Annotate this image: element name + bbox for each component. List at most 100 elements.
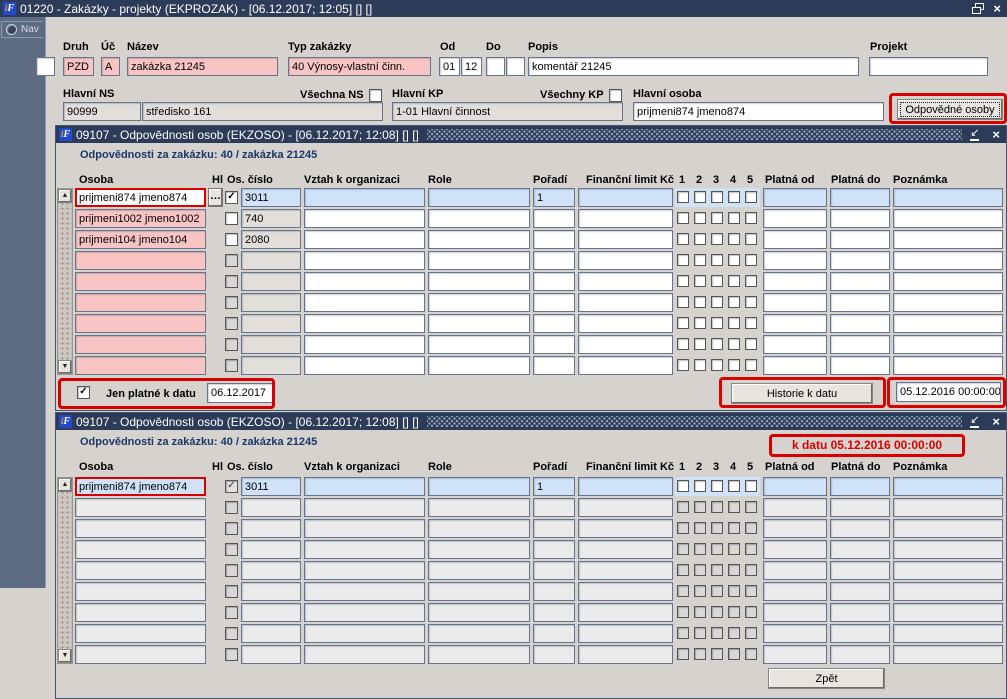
vztah-field[interactable]: [304, 314, 425, 333]
hl-checkbox[interactable]: [225, 359, 238, 372]
osoba-field[interactable]: [75, 335, 206, 354]
odpovedne-osoby-button[interactable]: Odpovědné osoby: [897, 99, 1003, 120]
poznamka-field[interactable]: [893, 230, 1003, 249]
platna-do-field[interactable]: [830, 230, 890, 249]
hl-checkbox[interactable]: [225, 233, 238, 246]
os-cislo-field[interactable]: [241, 251, 301, 270]
osoba-field[interactable]: prijmeni1002 jmeno1002: [75, 209, 206, 228]
flag-checkbox-1[interactable]: [677, 275, 689, 287]
flag-checkbox-2[interactable]: [694, 317, 706, 329]
osoba-field[interactable]: [75, 314, 206, 333]
platna-od-field[interactable]: [763, 272, 827, 291]
flag-checkbox-3[interactable]: [711, 275, 723, 287]
poradi-field[interactable]: 1: [533, 188, 575, 207]
poznamka-field[interactable]: [893, 356, 1003, 375]
do-month-field[interactable]: [486, 57, 505, 76]
collapse-window-icon[interactable]: ↙: [970, 128, 980, 141]
platna-od-field[interactable]: [763, 251, 827, 270]
fin-limit-field[interactable]: [578, 293, 673, 312]
jen-platne-date-field[interactable]: 06.12.2017: [207, 383, 273, 403]
flag-checkbox-2[interactable]: [694, 212, 706, 224]
role-field[interactable]: [428, 272, 530, 291]
poradi-field[interactable]: [533, 293, 575, 312]
vsechna-ns-checkbox[interactable]: [369, 89, 382, 102]
poradi-field[interactable]: [533, 314, 575, 333]
platna-do-field[interactable]: [830, 188, 890, 207]
fin-limit-field[interactable]: [578, 314, 673, 333]
poradi-field[interactable]: [533, 251, 575, 270]
poznamka-field[interactable]: [893, 335, 1003, 354]
flag-checkbox-3[interactable]: [711, 254, 723, 266]
fin-limit-field[interactable]: [578, 230, 673, 249]
platna-od-field[interactable]: [763, 314, 827, 333]
platna-do-field[interactable]: [830, 293, 890, 312]
hl-checkbox[interactable]: [225, 317, 238, 330]
os-cislo-field[interactable]: 2080: [241, 230, 301, 249]
platna-do-field[interactable]: [830, 272, 890, 291]
os-cislo-field[interactable]: [241, 293, 301, 312]
role-field[interactable]: [428, 209, 530, 228]
fin-limit-field[interactable]: [578, 188, 673, 207]
hl-checkbox[interactable]: [225, 338, 238, 351]
poznamka-field[interactable]: [893, 209, 1003, 228]
popis-field[interactable]: komentář 21245: [528, 57, 859, 76]
flag-checkbox-5[interactable]: [745, 359, 757, 371]
vztah-field[interactable]: [304, 272, 425, 291]
role-field[interactable]: [428, 251, 530, 270]
od-month-field[interactable]: 01: [439, 57, 460, 76]
poradi-field[interactable]: [533, 356, 575, 375]
vztah-field[interactable]: [304, 335, 425, 354]
flag-checkbox-3[interactable]: [711, 233, 723, 245]
table-scrollbar[interactable]: ▲ ▼: [57, 477, 73, 664]
flag-checkbox-3[interactable]: [711, 317, 723, 329]
collapse-window-icon[interactable]: ↙: [970, 415, 980, 428]
historie-date-field[interactable]: 05.12.2016 00:00:00: [896, 382, 1001, 402]
flag-checkbox-1[interactable]: [677, 359, 689, 371]
flag-checkbox-4[interactable]: [728, 212, 740, 224]
platna-od-field[interactable]: [763, 293, 827, 312]
os-cislo-field[interactable]: 740: [241, 209, 301, 228]
historie-k-datu-button[interactable]: Historie k datu: [731, 383, 873, 404]
flag-checkbox-3[interactable]: [711, 359, 723, 371]
os-cislo-field[interactable]: [241, 356, 301, 375]
osoba-field[interactable]: prijmeni874 jmeno874: [75, 188, 206, 207]
flag-checkbox-5[interactable]: [745, 338, 757, 350]
poznamka-field[interactable]: [893, 272, 1003, 291]
platna-do-field[interactable]: [830, 335, 890, 354]
hl-checkbox[interactable]: ✓: [225, 191, 238, 204]
poznamka-field[interactable]: [893, 293, 1003, 312]
flag-checkbox-5[interactable]: [745, 296, 757, 308]
flag-checkbox-1[interactable]: [677, 191, 689, 203]
hl-checkbox[interactable]: [225, 212, 238, 225]
flag-checkbox-1[interactable]: [677, 338, 689, 350]
hlavni-osoba-field[interactable]: prijmeni874 jmeno874: [633, 102, 884, 121]
poznamka-field[interactable]: [893, 314, 1003, 333]
osoba-field[interactable]: [75, 293, 206, 312]
flag-checkbox-4[interactable]: [728, 338, 740, 350]
platna-do-field[interactable]: [830, 356, 890, 375]
flag-checkbox-5[interactable]: [745, 254, 757, 266]
scroll-down-button[interactable]: ▼: [58, 360, 72, 374]
vztah-field[interactable]: [304, 356, 425, 375]
fin-limit-field[interactable]: [578, 356, 673, 375]
role-field[interactable]: [428, 293, 530, 312]
scroll-up-button[interactable]: ▲: [58, 189, 72, 203]
hl-checkbox[interactable]: [225, 254, 238, 267]
flag-checkbox-4[interactable]: [728, 275, 740, 287]
flag-checkbox-1[interactable]: [677, 233, 689, 245]
flag-checkbox-4[interactable]: [728, 317, 740, 329]
hl-checkbox[interactable]: [225, 275, 238, 288]
flag-checkbox-4[interactable]: [728, 233, 740, 245]
table-scrollbar[interactable]: ▲ ▼: [57, 188, 73, 375]
platna-do-field[interactable]: [830, 314, 890, 333]
platna-od-field[interactable]: [763, 209, 827, 228]
flag-checkbox-2[interactable]: [694, 233, 706, 245]
nav-tab[interactable]: Nav: [1, 21, 43, 38]
role-field[interactable]: [428, 188, 530, 207]
flag-checkbox-4[interactable]: [728, 254, 740, 266]
poradi-field[interactable]: [533, 230, 575, 249]
platna-od-field[interactable]: [763, 356, 827, 375]
flag-checkbox-2[interactable]: [694, 191, 706, 203]
flag-checkbox-4[interactable]: [728, 296, 740, 308]
poznamka-field[interactable]: [893, 188, 1003, 207]
